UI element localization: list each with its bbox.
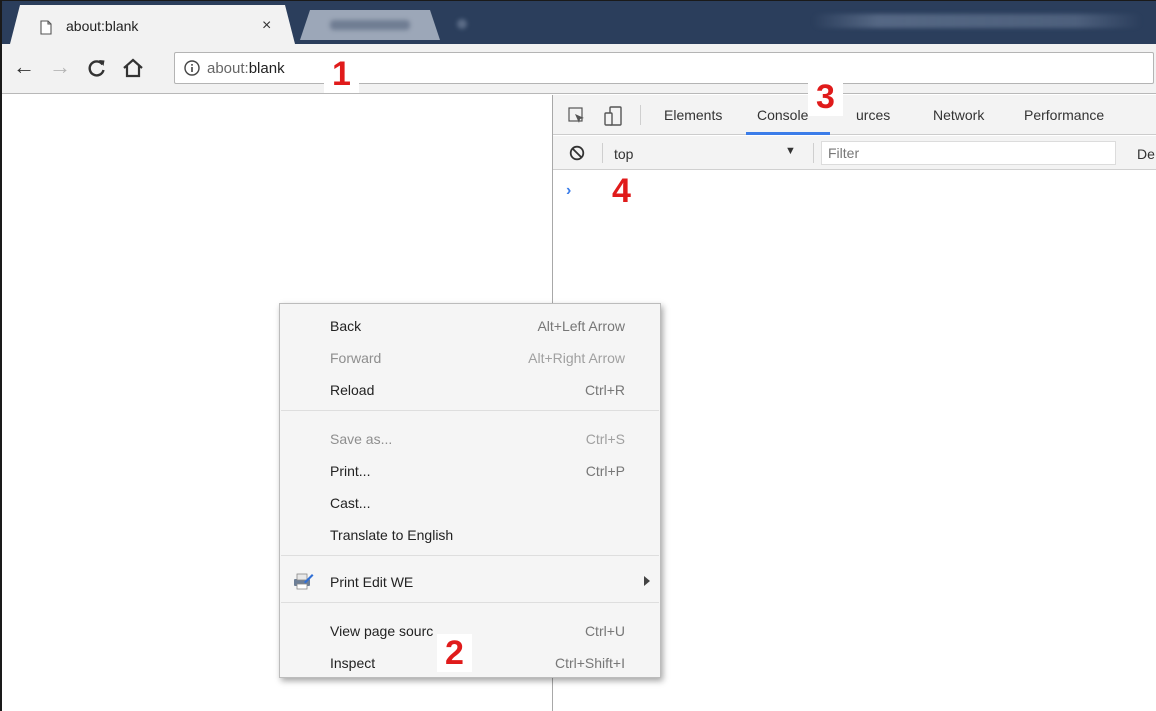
annotation-1: 1 xyxy=(324,55,359,93)
tab-performance[interactable]: Performance xyxy=(1024,107,1104,123)
blurred-window-title xyxy=(812,14,1142,28)
console-toolbar: top ▼ De xyxy=(553,136,1156,170)
tab-console[interactable]: Console xyxy=(757,107,808,123)
menu-item-label: Print... xyxy=(330,463,371,479)
url-host: blank xyxy=(248,60,285,77)
menu-item-print-edit[interactable]: Print Edit WE xyxy=(280,565,660,597)
inspect-element-icon[interactable] xyxy=(567,106,587,126)
menu-item-forward[interactable]: Forward Alt+Right Arrow xyxy=(280,341,660,373)
console-prompt-icon[interactable]: › xyxy=(566,182,571,200)
context-selector[interactable]: top xyxy=(614,146,633,162)
annotation-3: 3 xyxy=(808,78,843,116)
log-levels-dropdown[interactable]: De xyxy=(1137,146,1155,162)
address-bar[interactable]: about:blank xyxy=(174,52,1154,84)
blurred-new-tab-area xyxy=(457,19,467,29)
menu-item-back[interactable]: Back Alt+Left Arrow xyxy=(280,309,660,341)
annotation-4: 4 xyxy=(604,172,639,210)
menu-item-label: View page sourc xyxy=(330,623,434,639)
menu-divider xyxy=(281,602,659,603)
menu-item-cast[interactable]: Cast... xyxy=(280,486,660,518)
info-icon[interactable] xyxy=(184,60,200,76)
device-toolbar-icon[interactable] xyxy=(603,106,623,126)
menu-item-shortcut: Ctrl+U xyxy=(584,623,625,639)
tab-active[interactable]: about:blank × xyxy=(10,5,295,44)
menu-item-label: Translate to English xyxy=(330,527,454,543)
browser-toolbar: ← → about:blank xyxy=(2,44,1156,94)
menu-item-shortcut: Alt+Left Arrow xyxy=(537,318,625,334)
menu-item-label: Inspect xyxy=(330,655,376,671)
menu-item-print[interactable]: Print... Ctrl+P xyxy=(280,454,660,486)
dropdown-caret-icon[interactable]: ▼ xyxy=(785,145,796,157)
tab-sources[interactable]: urces xyxy=(856,107,890,123)
annotation-2: 2 xyxy=(437,634,472,672)
clear-console-icon[interactable] xyxy=(569,145,585,161)
printer-pen-icon xyxy=(294,573,314,590)
menu-item-label: Print Edit WE xyxy=(330,574,414,590)
menu-divider xyxy=(281,410,659,411)
menu-divider xyxy=(281,555,659,556)
menu-item-shortcut: Ctrl+S xyxy=(585,431,625,447)
tab-title: about:blank xyxy=(66,18,139,34)
menu-item-label: Forward xyxy=(330,350,382,366)
home-icon[interactable] xyxy=(120,55,146,81)
menu-item-shortcut: Alt+Right Arrow xyxy=(528,350,625,366)
menu-item-shortcut: Ctrl+R xyxy=(584,382,625,398)
menu-item-label: Reload xyxy=(330,382,375,398)
tab-inactive[interactable] xyxy=(300,10,440,40)
context-menu: Back Alt+Left Arrow Forward Alt+Right Ar… xyxy=(279,303,661,678)
back-arrow-icon[interactable]: ← xyxy=(11,54,37,80)
toolbar-divider xyxy=(640,105,641,125)
submenu-arrow-icon xyxy=(644,576,650,586)
url-text[interactable]: about:blank xyxy=(207,60,285,77)
menu-item-save-as[interactable]: Save as... Ctrl+S xyxy=(280,422,660,454)
filter-input[interactable] xyxy=(821,141,1116,165)
menu-item-reload[interactable]: Reload Ctrl+R xyxy=(280,373,660,405)
menu-item-label: Save as... xyxy=(330,431,393,447)
tab-network[interactable]: Network xyxy=(933,107,984,123)
blurred-tab-title xyxy=(330,20,410,30)
active-tab-indicator xyxy=(746,132,830,135)
menu-item-label: Cast... xyxy=(330,495,371,511)
reload-icon[interactable] xyxy=(84,55,110,81)
tab-elements[interactable]: Elements xyxy=(664,107,722,123)
forward-arrow-icon[interactable]: → xyxy=(47,54,73,80)
devtools-tabbar: Elements Console urces Network Performan… xyxy=(553,95,1156,135)
close-tab-icon[interactable]: × xyxy=(262,17,271,35)
page-icon xyxy=(40,20,52,35)
menu-item-label: Back xyxy=(330,318,362,334)
console-divider xyxy=(602,143,603,163)
tab-strip: about:blank × xyxy=(2,1,1156,44)
menu-item-shortcut: Ctrl+Shift+I xyxy=(554,655,625,671)
url-scheme: about: xyxy=(207,60,249,77)
menu-item-translate[interactable]: Translate to English xyxy=(280,518,660,550)
filter-divider xyxy=(813,143,814,163)
menu-item-shortcut: Ctrl+P xyxy=(585,463,625,479)
